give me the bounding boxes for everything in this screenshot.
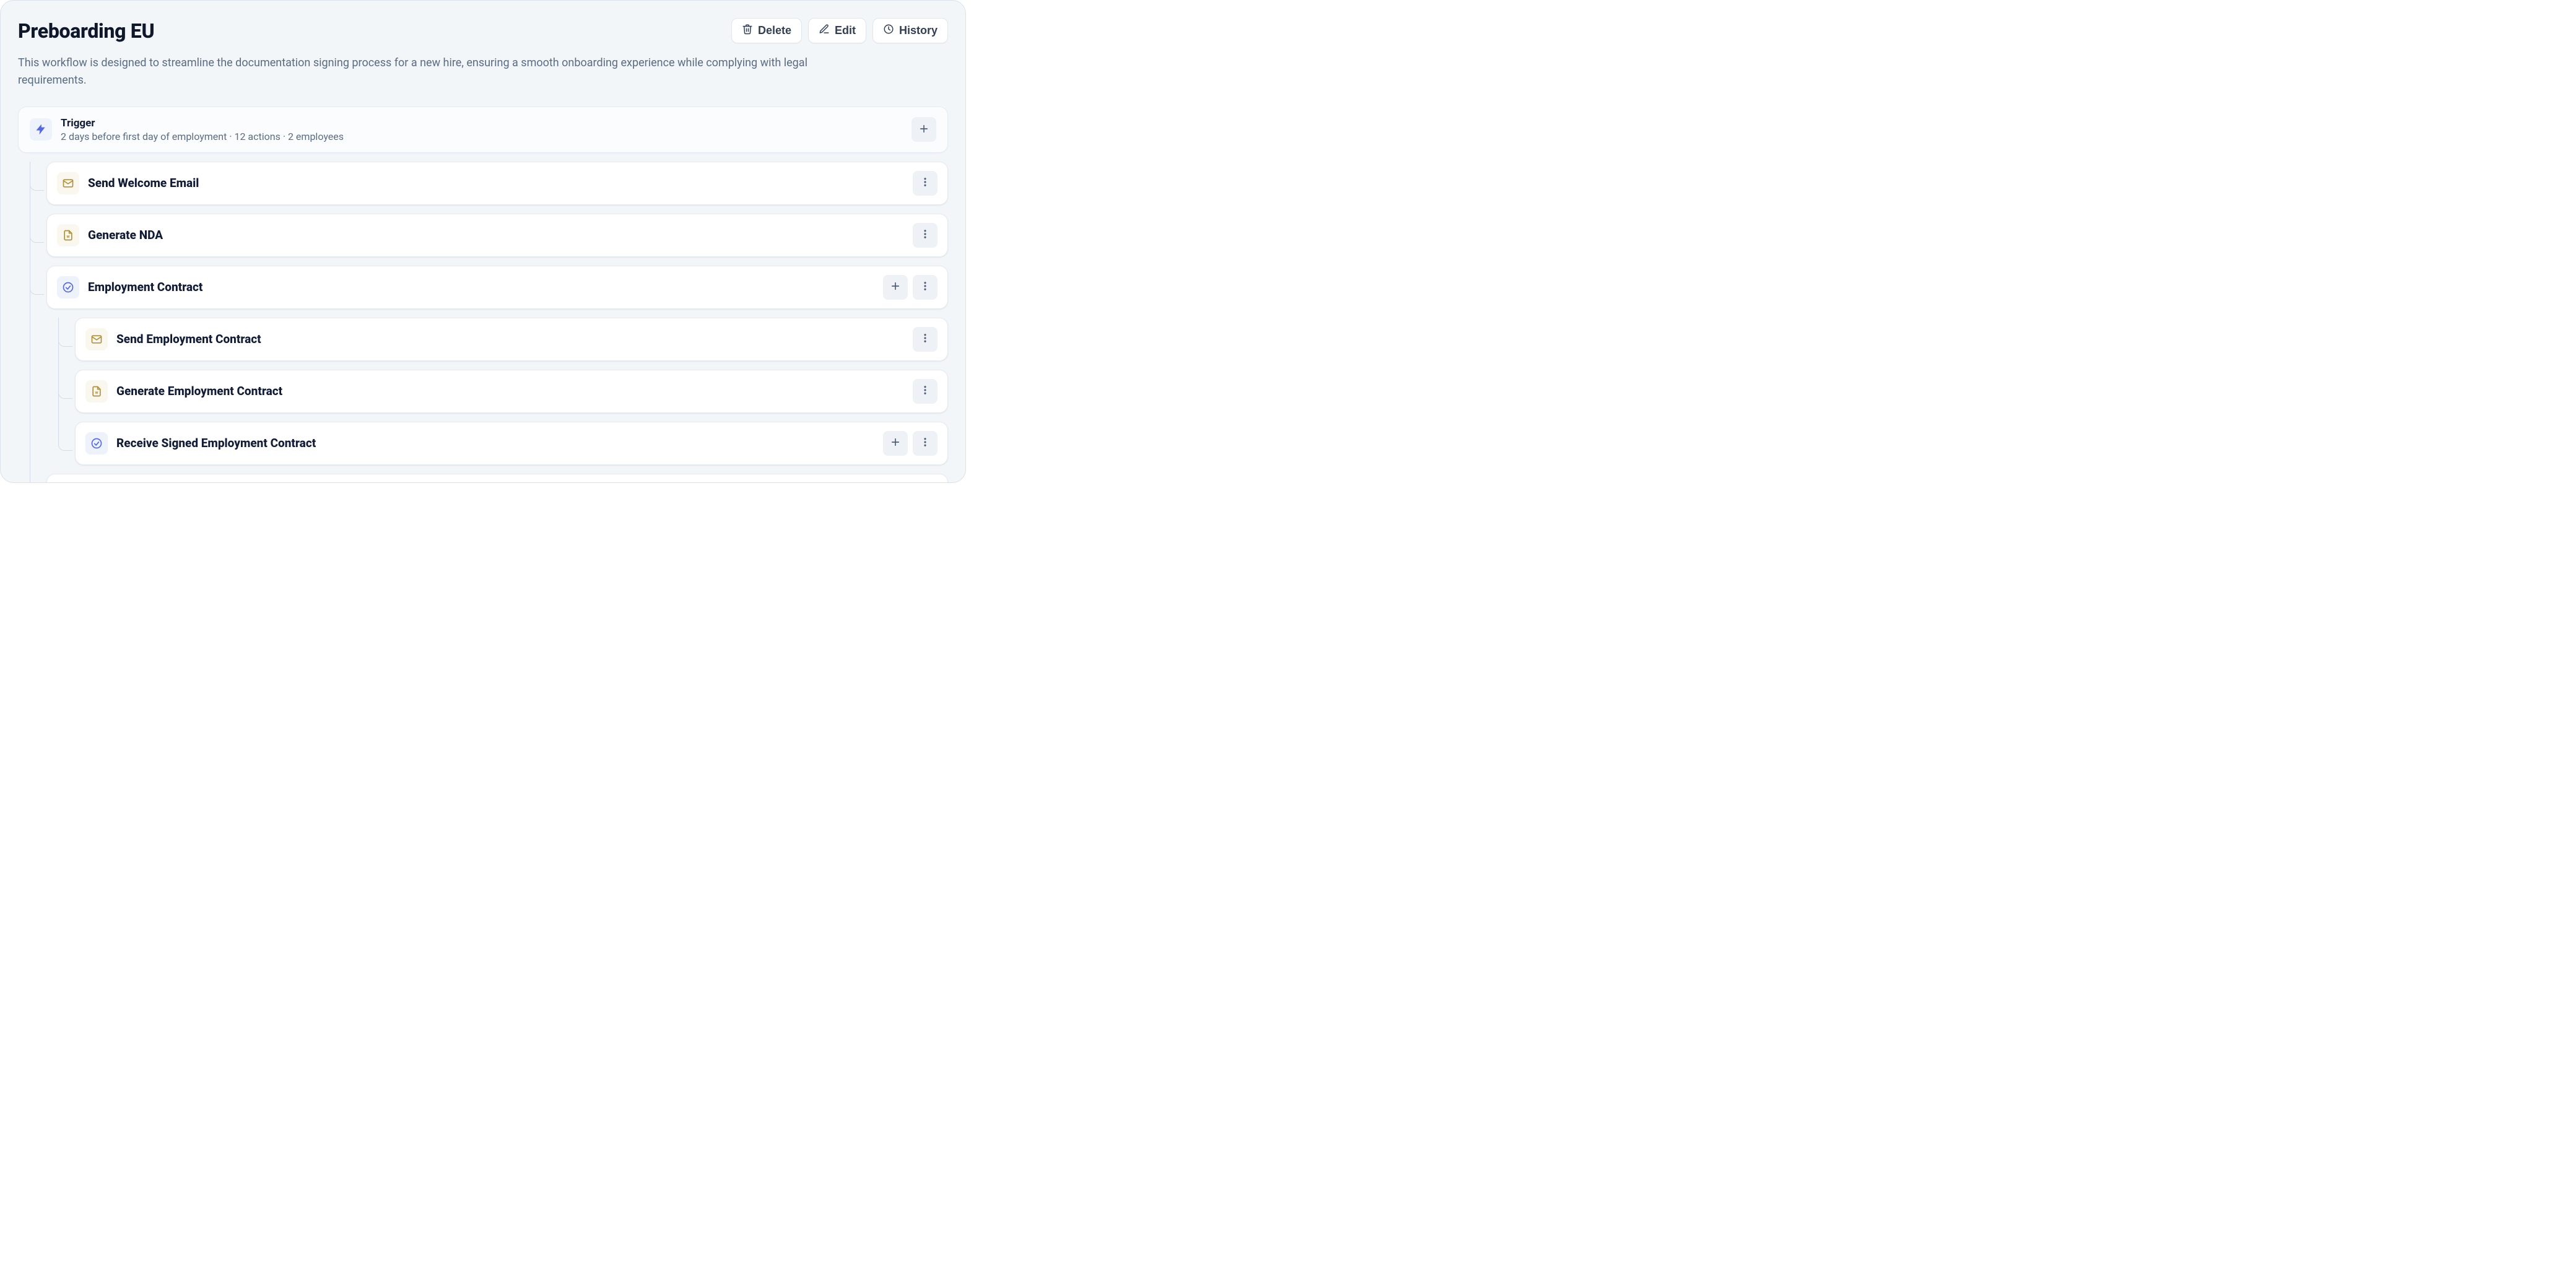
action-menu-button[interactable]	[913, 171, 938, 196]
page-title: Preboarding EU	[18, 19, 154, 43]
trigger-subtitle: 2 days before first day of employment · …	[61, 131, 903, 142]
mail-icon	[57, 172, 79, 194]
action-node: Offer Letter	[30, 474, 948, 483]
edit-label: Edit	[835, 24, 856, 37]
trigger-title: Trigger	[61, 117, 903, 129]
plus-icon	[918, 123, 929, 136]
more-vertical-icon	[920, 228, 931, 242]
plus-icon	[890, 437, 901, 450]
action-menu-button[interactable]	[913, 223, 938, 248]
svg-text:W: W	[95, 391, 98, 395]
trash-icon	[742, 24, 753, 38]
action-title: Send Employment Contract	[116, 332, 904, 346]
action-node: Receive Signed Employment Contract	[59, 422, 948, 465]
action-card-employment-contract[interactable]: Employment Contract	[46, 266, 948, 309]
pencil-icon	[819, 24, 830, 38]
mail-icon	[85, 328, 108, 350]
add-child-action-button[interactable]	[883, 275, 908, 300]
action-card-offer-letter[interactable]: Offer Letter	[46, 474, 948, 483]
action-menu-button[interactable]	[913, 275, 938, 300]
header-actions: Delete Edit History	[731, 18, 948, 43]
file-icon: W	[57, 224, 79, 246]
more-vertical-icon	[920, 437, 931, 450]
more-vertical-icon	[920, 281, 931, 294]
action-menu-button[interactable]	[913, 327, 938, 352]
action-menu-button[interactable]	[913, 431, 938, 456]
action-card-generate-nda[interactable]: W Generate NDA	[46, 214, 948, 257]
delete-button[interactable]: Delete	[731, 18, 802, 43]
action-subtree: Send Employment Contract W	[46, 318, 948, 465]
action-node: W Generate Employment Contract	[59, 370, 948, 413]
action-node: Employment Contract	[30, 266, 948, 465]
action-title: Employment Contract	[88, 280, 874, 294]
more-vertical-icon	[920, 176, 931, 189]
trigger-text: Trigger 2 days before first day of emplo…	[61, 117, 903, 142]
action-node: Send Welcome Email	[30, 162, 948, 205]
more-vertical-icon	[920, 385, 931, 398]
page-header: Preboarding EU Delete Edit History	[18, 18, 948, 43]
workflow-canvas: Trigger 2 days before first day of emplo…	[18, 107, 948, 483]
history-label: History	[899, 24, 938, 37]
svg-text:W: W	[67, 235, 70, 239]
action-title: Generate Employment Contract	[116, 384, 904, 398]
action-node: Send Employment Contract	[59, 318, 948, 361]
plus-icon	[890, 281, 901, 294]
action-node: W Generate NDA	[30, 214, 948, 257]
clock-icon	[883, 24, 894, 38]
action-card-send-employment-contract[interactable]: Send Employment Contract	[75, 318, 948, 361]
add-child-action-button[interactable]	[883, 431, 908, 456]
action-menu-button[interactable]	[913, 379, 938, 404]
more-vertical-icon	[920, 333, 931, 346]
history-button[interactable]: History	[872, 18, 948, 43]
action-title: Receive Signed Employment Contract	[116, 436, 874, 450]
action-card-generate-employment-contract[interactable]: W Generate Employment Contract	[75, 370, 948, 413]
edit-button[interactable]: Edit	[808, 18, 866, 43]
check-circle-icon	[85, 432, 108, 455]
action-title: Generate NDA	[88, 228, 904, 242]
delete-label: Delete	[758, 24, 791, 37]
add-trigger-action-button[interactable]	[912, 117, 936, 142]
bolt-icon	[30, 118, 52, 141]
check-circle-icon	[57, 276, 79, 298]
page-description: This workflow is designed to streamline …	[18, 54, 872, 89]
action-tree: Send Welcome Email W Generate NDA	[18, 162, 948, 483]
workflow-detail-page: Preboarding EU Delete Edit History	[0, 0, 966, 483]
file-icon: W	[85, 380, 108, 402]
action-title: Send Welcome Email	[88, 176, 904, 190]
trigger-card[interactable]: Trigger 2 days before first day of emplo…	[18, 107, 948, 153]
action-card-receive-signed-employment-contract[interactable]: Receive Signed Employment Contract	[75, 422, 948, 465]
action-card-send-welcome-email[interactable]: Send Welcome Email	[46, 162, 948, 205]
